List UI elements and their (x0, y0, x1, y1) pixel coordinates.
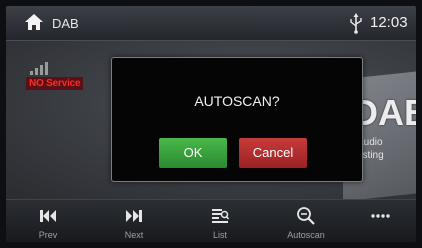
skip-next-icon (126, 210, 142, 222)
cancel-button[interactable]: Cancel (239, 138, 307, 168)
clock: 12:03 (370, 14, 408, 31)
usb-icon (350, 13, 362, 34)
signal-strength-icon (30, 62, 48, 75)
screen: DAB 12:03 NO Service DAB Audio (6, 6, 416, 242)
next-label: Next (124, 230, 144, 240)
more-icon (371, 214, 390, 218)
station-logo-subtext: Audio asting (357, 136, 415, 162)
list-button[interactable]: List (190, 200, 250, 242)
no-service-badge: NO Service (26, 77, 84, 90)
dialog-title: AUTOSCAN? (194, 93, 280, 109)
logo-sub-line-2: asting (357, 150, 384, 161)
list-label: List (212, 230, 227, 240)
control-bar: Prev Next List Autoscan (6, 199, 416, 242)
device-frame: DAB 12:03 NO Service DAB Audio (0, 0, 422, 248)
home-icon[interactable] (24, 12, 44, 32)
autoscan-label: Autoscan (287, 230, 325, 240)
autoscan-search-icon (297, 207, 315, 225)
next-button[interactable]: Next (104, 200, 164, 242)
skip-previous-icon (40, 210, 56, 222)
autoscan-dialog: AUTOSCAN? OK Cancel (111, 57, 363, 182)
autoscan-button[interactable]: Autoscan (276, 200, 336, 242)
ok-button[interactable]: OK (159, 138, 227, 168)
source-label: DAB (52, 16, 79, 31)
logo-sub-line-1: Audio (357, 137, 383, 148)
prev-label: Prev (38, 230, 58, 240)
status-bar: DAB 12:03 (6, 6, 416, 41)
more-button[interactable] (350, 200, 410, 242)
list-search-icon (212, 209, 230, 223)
prev-button[interactable]: Prev (18, 200, 78, 242)
